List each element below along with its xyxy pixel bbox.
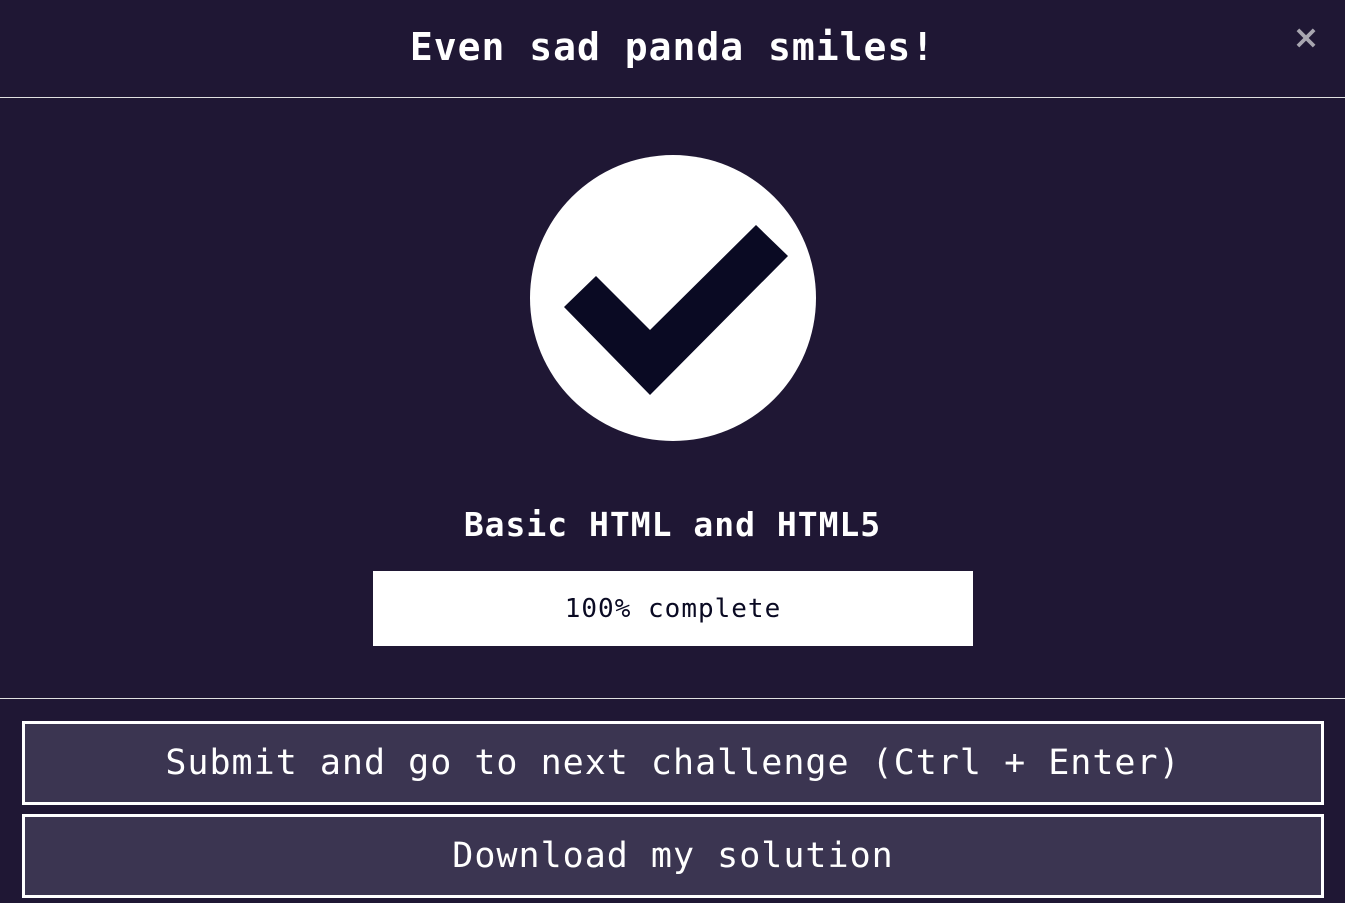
block-title: Basic HTML and HTML5 [463, 505, 882, 544]
close-icon[interactable]: × [1289, 18, 1323, 56]
modal-body: Basic HTML and HTML5 100% complete [0, 98, 1345, 699]
modal-header: Even sad panda smiles! × [0, 0, 1345, 98]
download-solution-button[interactable]: Download my solution [22, 814, 1324, 898]
progress-bar: 100% complete [373, 571, 973, 646]
modal-title: Even sad panda smiles! [409, 25, 936, 69]
modal-footer: Submit and go to next challenge (Ctrl + … [0, 699, 1345, 898]
checkmark-circle-icon [530, 155, 816, 441]
submit-next-challenge-button[interactable]: Submit and go to next challenge (Ctrl + … [22, 721, 1324, 805]
progress-text: 100% complete [564, 593, 782, 624]
completion-modal: Even sad panda smiles! × Basic HTML and … [0, 0, 1345, 903]
